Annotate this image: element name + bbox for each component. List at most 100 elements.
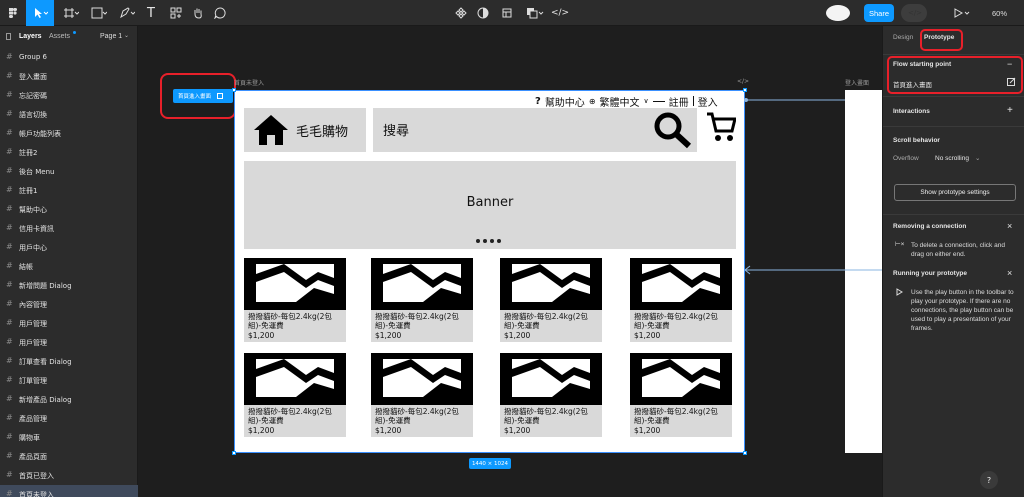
layer-item[interactable]: # 語言切換 bbox=[0, 105, 138, 124]
frame-icon: # bbox=[6, 204, 13, 213]
layer-name: Group 6 bbox=[19, 53, 47, 61]
layer-name: 新增產品 Dialog bbox=[19, 396, 72, 404]
layer-name: 信用卡資訊 bbox=[19, 225, 54, 233]
layer-item[interactable]: # 用戶中心 bbox=[0, 238, 138, 257]
layer-name: 帳戶功能列表 bbox=[19, 130, 61, 138]
frame-icon: # bbox=[6, 109, 13, 118]
layer-item[interactable]: # 首頁已登入 bbox=[0, 466, 138, 485]
layer-item[interactable]: # 新增問題 Dialog bbox=[0, 276, 138, 295]
layer-name: 首頁已登入 bbox=[19, 472, 54, 480]
layer-item[interactable]: # 訂單查看 Dialog bbox=[0, 352, 138, 371]
frame-icon: # bbox=[6, 489, 13, 497]
connection-icon: ⊢× bbox=[895, 241, 905, 248]
move-tool-icon[interactable] bbox=[26, 0, 54, 26]
page-selector[interactable]: Page 1 bbox=[100, 33, 122, 40]
play-icon[interactable] bbox=[950, 0, 974, 26]
layer-item[interactable]: # 註冊1 bbox=[0, 181, 138, 200]
removing-text: To delete a connection, click and drag o… bbox=[911, 242, 1005, 258]
frame-icon: # bbox=[6, 52, 13, 61]
layer-item[interactable]: # 購物車 bbox=[0, 428, 138, 447]
divider bbox=[883, 214, 1024, 215]
overflow-select[interactable]: No scrolling bbox=[935, 155, 969, 162]
layer-item[interactable]: # 忘記密碼 bbox=[0, 86, 138, 105]
layer-item[interactable]: # 首頁未登入 bbox=[0, 485, 138, 497]
size-badge: 1440 × 1024 bbox=[469, 458, 511, 469]
layer-name: 註冊2 bbox=[19, 149, 38, 157]
frame-icon: # bbox=[6, 71, 13, 80]
contrast-icon[interactable] bbox=[474, 0, 492, 26]
chevron-down-icon[interactable]: ⌄ bbox=[975, 154, 980, 162]
layer-name: 結帳 bbox=[19, 263, 33, 271]
plus-icon[interactable]: + bbox=[1007, 105, 1013, 116]
avatar[interactable] bbox=[826, 5, 850, 21]
tab-assets[interactable]: Assets bbox=[49, 33, 70, 40]
component-icon[interactable] bbox=[452, 0, 470, 26]
layer-item[interactable]: # 產品頁面 bbox=[0, 447, 138, 466]
running-title: Running your prototype bbox=[893, 270, 968, 277]
layer-name: 用戶中心 bbox=[19, 244, 47, 252]
layer-item[interactable]: # 訂單管理 bbox=[0, 371, 138, 390]
main-menu-icon[interactable] bbox=[2, 0, 24, 26]
layer-name: 內容管理 bbox=[19, 301, 47, 309]
layer-item[interactable]: # 註冊2 bbox=[0, 143, 138, 162]
frame-tool-icon[interactable] bbox=[58, 0, 84, 26]
zoom-level[interactable]: 60% bbox=[992, 0, 1007, 26]
close-icon[interactable]: × bbox=[1007, 221, 1012, 231]
code-icon[interactable]: </> bbox=[550, 0, 570, 26]
chevron-down-icon[interactable]: ⌄ bbox=[124, 32, 129, 39]
layer-item[interactable]: # Group 6 bbox=[0, 48, 138, 67]
tab-layers[interactable]: Layers bbox=[19, 33, 42, 40]
show-prototype-settings-button[interactable]: Show prototype settings bbox=[894, 184, 1016, 201]
layer-name: 產品管理 bbox=[19, 415, 47, 423]
close-icon[interactable]: × bbox=[1007, 268, 1012, 278]
overflow-label: Overflow bbox=[893, 155, 919, 162]
text-tool-icon[interactable]: T bbox=[142, 0, 160, 26]
properties-panel: Design Prototype Flow starting point − 首… bbox=[882, 26, 1024, 497]
layer-name: 用戶管理 bbox=[19, 339, 47, 347]
canvas[interactable]: 首頁進入畫面 首頁未登入 </> 登入畫面 ? 幫助中心 ⊕ 繁體中文 ∨ 註冊… bbox=[139, 26, 882, 497]
layer-name: 用戶管理 bbox=[19, 320, 47, 328]
highlight-ring bbox=[920, 29, 963, 51]
tab-design[interactable]: Design bbox=[893, 34, 913, 41]
layer-item[interactable]: # 幫助中心 bbox=[0, 200, 138, 219]
comment-icon[interactable] bbox=[210, 0, 230, 26]
layer-item[interactable]: # 內容管理 bbox=[0, 295, 138, 314]
highlight-ring bbox=[887, 56, 1023, 94]
share-button[interactable]: Share bbox=[864, 4, 894, 22]
layer-name: 語言切換 bbox=[19, 111, 47, 119]
layer-name: 訂單查看 Dialog bbox=[19, 358, 72, 366]
frame-icon: # bbox=[6, 470, 13, 479]
crop-icon[interactable] bbox=[498, 0, 516, 26]
layer-item[interactable]: # 產品管理 bbox=[0, 409, 138, 428]
assets-dot bbox=[73, 31, 76, 34]
frame-icon: # bbox=[6, 299, 13, 308]
layer-item[interactable]: # 帳戶功能列表 bbox=[0, 124, 138, 143]
frame-icon: # bbox=[6, 375, 13, 384]
frame-icon: # bbox=[6, 394, 13, 403]
layer-item[interactable]: # 結帳 bbox=[0, 257, 138, 276]
resources-icon[interactable] bbox=[166, 0, 186, 26]
help-button[interactable]: ? bbox=[980, 471, 998, 489]
boolean-icon[interactable] bbox=[522, 0, 548, 26]
layer-name: 忘記密碼 bbox=[19, 92, 47, 100]
pen-tool-icon[interactable] bbox=[114, 0, 140, 26]
left-panel-tabs: Layers Assets Page 1 ⌄ bbox=[0, 26, 137, 48]
layer-item[interactable]: # 信用卡資訊 bbox=[0, 219, 138, 238]
interactions-title: Interactions bbox=[893, 108, 930, 115]
removing-title: Removing a connection bbox=[893, 223, 967, 230]
divider bbox=[883, 126, 1024, 127]
frame-icon: # bbox=[6, 242, 13, 251]
layer-name: 登入畫面 bbox=[19, 73, 47, 81]
layer-item[interactable]: # 後台 Menu bbox=[0, 162, 138, 181]
layer-item[interactable]: # 登入畫面 bbox=[0, 67, 138, 86]
layers-panel: Layers Assets Page 1 ⌄ # Group 6 # 登入畫面 # 忘記密… bbox=[0, 26, 138, 497]
hand-tool-icon[interactable] bbox=[188, 0, 208, 26]
layer-name: 產品頁面 bbox=[19, 453, 47, 461]
layer-item[interactable]: # 新增產品 Dialog bbox=[0, 390, 138, 409]
shape-tool-icon[interactable] bbox=[86, 0, 112, 26]
prototype-connections bbox=[744, 98, 882, 275]
layer-item[interactable]: # 用戶管理 bbox=[0, 333, 138, 352]
layer-item[interactable]: # 用戶管理 bbox=[0, 314, 138, 333]
layer-name: 註冊1 bbox=[19, 187, 38, 195]
frame-icon: # bbox=[6, 185, 13, 194]
